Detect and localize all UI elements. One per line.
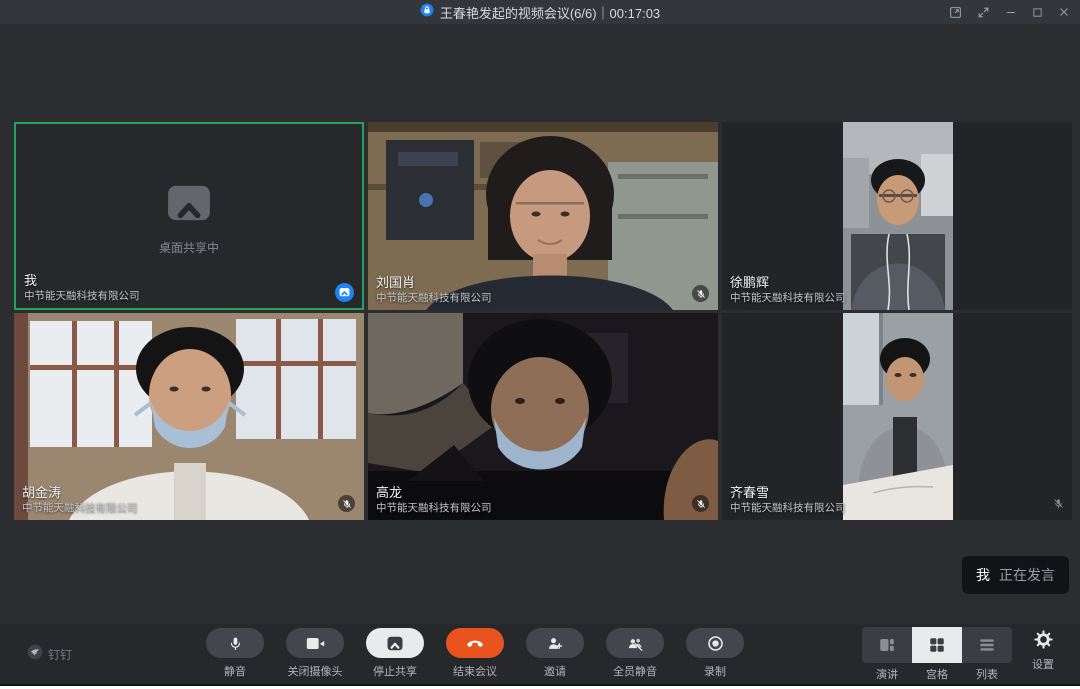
share-status-text: 桌面共享中	[159, 239, 219, 256]
video-feed	[843, 313, 953, 520]
title-bar: 王春艳发起的视频会议(6/6)｜00:17:03	[0, 0, 1080, 24]
speaker-view-icon	[862, 627, 912, 663]
view-mode-speaker[interactable]: 演讲	[862, 627, 912, 682]
video-tile-participant-6[interactable]: 齐春雪 中节能天融科技有限公司	[722, 313, 1072, 520]
video-tile-participant-5[interactable]: 高龙 中节能天融科技有限公司	[368, 313, 718, 520]
dingtalk-brand: 钉钉	[27, 644, 72, 665]
meeting-title: 王春艳发起的视频会议(6/6)｜00:17:03	[440, 3, 660, 22]
list-view-icon	[962, 627, 1012, 663]
sharing-badge-icon	[335, 283, 354, 302]
view-mode-switcher: 演讲 宫格 列表	[862, 627, 1012, 682]
invite-button[interactable]: 邀请	[525, 628, 585, 679]
speaking-indicator: 我 正在发言	[962, 556, 1069, 594]
screen-share-icon	[166, 184, 212, 227]
video-tile-participant-2[interactable]: 刘国肖 中节能天融科技有限公司	[368, 122, 718, 310]
gear-icon	[1034, 630, 1053, 654]
hangup-icon	[446, 628, 504, 658]
window-controls	[949, 0, 1070, 24]
participant-name: 我	[24, 272, 140, 289]
mute-all-button[interactable]: 全员静音	[605, 628, 665, 679]
mic-muted-icon	[338, 495, 355, 512]
grid-view-icon	[912, 627, 962, 663]
speaker-name: 我	[976, 565, 990, 585]
microphone-icon	[206, 628, 264, 658]
participant-name: 刘国肖	[376, 274, 492, 291]
meeting-toolbar: 钉钉 静音 关闭摄像头 停止共享	[0, 624, 1080, 684]
brand-label: 钉钉	[48, 646, 72, 663]
participant-name: 高龙	[376, 484, 492, 501]
record-button[interactable]: 录制	[685, 628, 745, 679]
mute-all-icon	[606, 628, 664, 658]
popout-icon[interactable]	[949, 6, 962, 19]
record-icon	[686, 628, 744, 658]
meeting-window: 王春艳发起的视频会议(6/6)｜00:17:03 桌面共享中 我 中节能天融科技…	[0, 0, 1080, 686]
mic-muted-icon	[692, 495, 709, 512]
settings-button[interactable]: 设置	[1020, 630, 1066, 672]
fullscreen-icon[interactable]	[977, 6, 990, 19]
screen-share-icon	[366, 628, 424, 658]
secure-lock-icon	[420, 3, 434, 22]
mute-button[interactable]: 静音	[205, 628, 265, 679]
screen-share-placeholder: 桌面共享中	[16, 184, 362, 256]
video-tile-me-sharing[interactable]: 桌面共享中 我 中节能天融科技有限公司	[14, 122, 364, 310]
participant-company: 中节能天融科技有限公司	[376, 291, 492, 305]
participant-company: 中节能天融科技有限公司	[22, 501, 138, 515]
participant-company: 中节能天融科技有限公司	[24, 289, 140, 303]
video-tile-participant-3[interactable]: 徐鹏辉 中节能天融科技有限公司	[722, 122, 1072, 310]
participant-name: 胡金涛	[22, 484, 138, 501]
end-meeting-button[interactable]: 结束会议	[445, 628, 505, 679]
camera-off-button[interactable]: 关闭摄像头	[285, 628, 345, 679]
participant-company: 中节能天融科技有限公司	[730, 291, 846, 305]
stop-share-button[interactable]: 停止共享	[365, 628, 425, 679]
video-feed	[843, 122, 953, 310]
participant-company: 中节能天融科技有限公司	[730, 501, 846, 515]
close-icon[interactable]	[1058, 6, 1070, 18]
mic-muted-icon	[692, 285, 709, 302]
view-mode-grid[interactable]: 宫格	[912, 627, 962, 682]
participant-name: 徐鹏辉	[730, 274, 846, 291]
mic-muted-icon	[1050, 495, 1067, 512]
camera-icon	[286, 628, 344, 658]
speaking-text: 正在发言	[999, 565, 1055, 585]
invite-icon	[526, 628, 584, 658]
participant-name: 齐春雪	[730, 484, 846, 501]
toolbar-buttons: 静音 关闭摄像头 停止共享 结束会议	[205, 628, 745, 679]
participant-company: 中节能天融科技有限公司	[376, 501, 492, 515]
minimize-icon[interactable]	[1005, 6, 1017, 18]
dingtalk-logo-icon	[27, 644, 43, 665]
video-tile-participant-4[interactable]: 胡金涛 中节能天融科技有限公司	[14, 313, 364, 520]
maximize-icon[interactable]	[1032, 7, 1043, 18]
view-mode-list[interactable]: 列表	[962, 627, 1012, 682]
video-grid: 桌面共享中 我 中节能天融科技有限公司	[14, 122, 1072, 520]
